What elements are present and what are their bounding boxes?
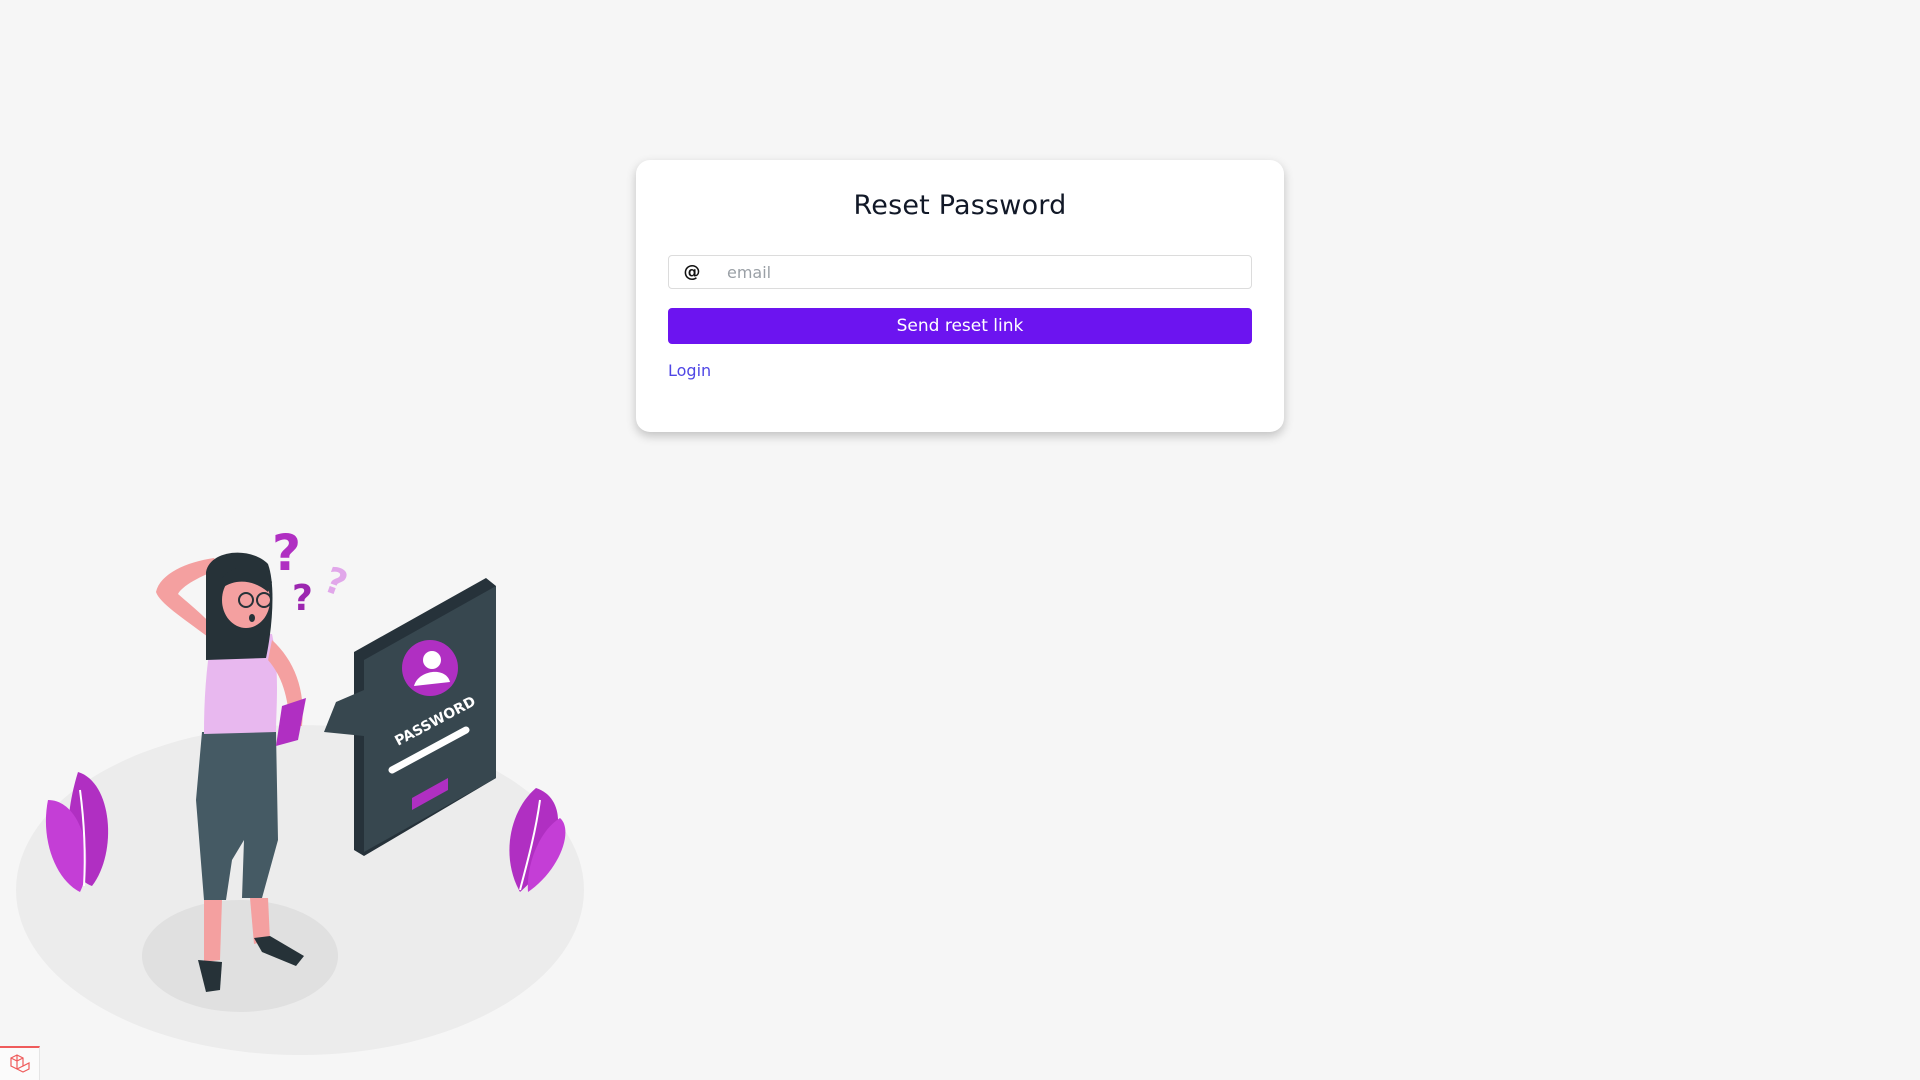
laravel-logo-glyph <box>9 1054 30 1073</box>
email-field[interactable] <box>715 256 1251 288</box>
send-reset-link-button[interactable]: Send reset link <box>668 308 1252 344</box>
ground-shadow <box>16 725 584 1055</box>
person-shadow <box>142 900 338 1012</box>
page-title: Reset Password <box>853 190 1067 221</box>
laravel-logo-icon[interactable] <box>0 1046 40 1080</box>
forgot-password-illustration: PASSWORD ? ? ? <box>16 524 584 1055</box>
question-mark-large-icon: ? <box>272 524 301 582</box>
email-input-group: @ <box>668 255 1252 289</box>
question-mark-light-icon: ? <box>319 560 353 606</box>
reset-password-page: Reset Password @ Send reset link Login <box>0 0 1920 1080</box>
at-sign-icon: @ <box>683 262 701 282</box>
login-link[interactable]: Login <box>668 361 711 380</box>
question-mark-small-icon: ? <box>292 578 313 619</box>
reset-password-card: Reset Password @ Send reset link Login <box>636 160 1284 432</box>
